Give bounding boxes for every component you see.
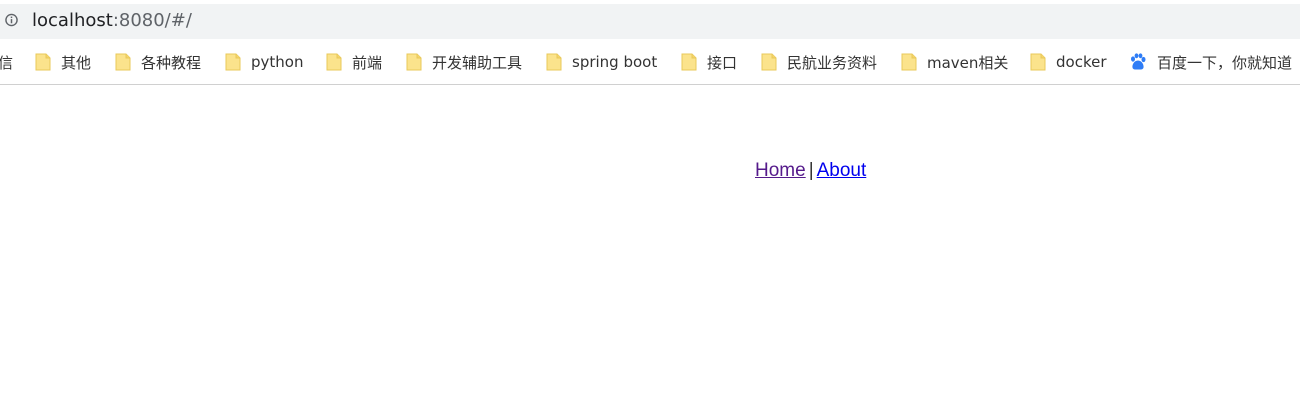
nav-separator: |: [808, 160, 814, 181]
bookmark-folder[interactable]: spring boot: [546, 44, 657, 80]
url-field[interactable]: localhost:8080/#/: [32, 10, 192, 32]
bookmark-label: 信: [0, 53, 14, 72]
bookmark-label: python: [251, 53, 304, 71]
bookmark-item[interactable]: 信: [0, 44, 13, 80]
bookmark-folder[interactable]: 民航业务资料: [761, 44, 877, 80]
bookmark-label: 接口: [707, 53, 738, 72]
bookmark-label: 各种教程: [141, 53, 202, 72]
bookmark-folder[interactable]: python: [225, 44, 303, 80]
bookmark-link[interactable]: 百度一下，你就知道: [1129, 44, 1292, 80]
folder-icon: [901, 53, 917, 71]
bookmark-label: 民航业务资料: [787, 53, 878, 72]
folder-icon: [326, 53, 342, 71]
bookmark-folder[interactable]: 前端: [326, 44, 382, 80]
app-nav: Home | About: [755, 160, 866, 182]
bookmark-label: 前端: [352, 53, 383, 72]
bookmark-label: 开发辅助工具: [432, 53, 523, 72]
home-link[interactable]: Home: [755, 160, 806, 181]
folder-icon: [761, 53, 777, 71]
folder-icon: [225, 53, 241, 71]
bookmark-folder[interactable]: maven相关: [901, 44, 1008, 80]
folder-icon: [115, 53, 131, 71]
info-icon[interactable]: [5, 13, 18, 26]
bookmark-folder[interactable]: 开发辅助工具: [406, 44, 522, 80]
folder-icon: [546, 53, 562, 71]
bookmark-folder[interactable]: 各种教程: [115, 44, 201, 80]
about-link[interactable]: About: [817, 160, 867, 181]
url-path: :8080/#/: [112, 10, 192, 31]
bookmark-label: docker: [1056, 53, 1107, 71]
bookmark-folder[interactable]: 接口: [681, 44, 737, 80]
bookmark-folder[interactable]: docker: [1030, 44, 1107, 80]
bookmark-label: maven相关: [927, 53, 1009, 72]
folder-icon: [681, 53, 697, 71]
url-host: localhost: [32, 10, 113, 31]
bookmarks-bar: 信 其他 各种教程 python 前端 开发辅助工具 spring boot 接…: [0, 44, 1300, 80]
folder-icon: [35, 53, 51, 71]
folder-icon: [1030, 53, 1046, 71]
address-bar[interactable]: localhost:8080/#/: [0, 4, 1300, 39]
bookmark-label: 百度一下，你就知道: [1157, 53, 1293, 72]
bookmark-folder[interactable]: 其他: [35, 44, 91, 80]
folder-icon: [406, 53, 422, 71]
bookmark-label: 其他: [61, 53, 92, 72]
baidu-paw-icon: [1131, 53, 1146, 70]
bookmark-label: spring boot: [572, 53, 658, 71]
toolbar-divider: [0, 84, 1300, 85]
